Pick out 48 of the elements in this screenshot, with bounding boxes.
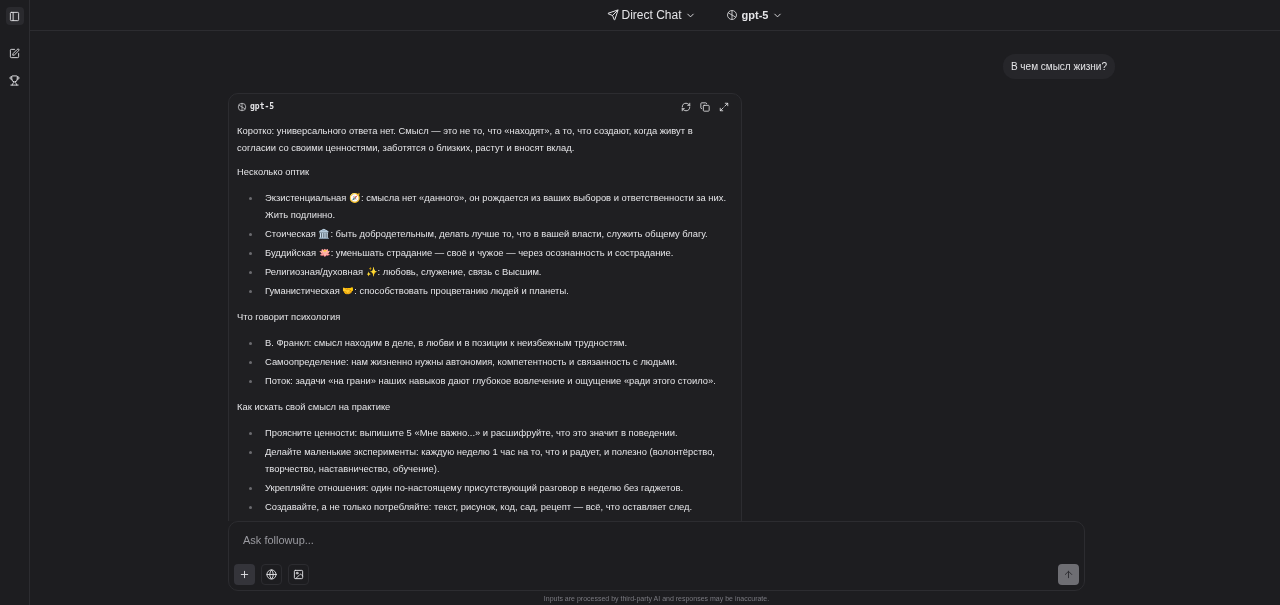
regenerate-icon[interactable]	[681, 102, 691, 112]
plus-icon	[239, 569, 250, 580]
send-button[interactable]	[1058, 564, 1079, 585]
send-icon	[606, 9, 619, 21]
bullet-icon	[249, 290, 252, 293]
list-item-text: Гуманистическая 🤝: способствовать процветанию людей и планеты.	[265, 284, 569, 298]
bullet-icon	[249, 342, 252, 345]
bullet-icon	[249, 380, 252, 383]
model-logo-icon	[725, 9, 738, 21]
copy-icon[interactable]	[700, 102, 710, 112]
bullet-icon	[249, 197, 252, 200]
expand-icon[interactable]	[719, 102, 729, 112]
arrow-up-icon	[1063, 569, 1074, 580]
section-heading: Что говорит психология	[237, 310, 342, 324]
model-dropdown[interactable]: gpt-5	[725, 6, 784, 24]
bullet-icon	[249, 451, 252, 454]
list-item-text: Стоическая 🏛: быть добродетельным, делать лучше то, что в вашей власти, служить общему благу.	[265, 227, 708, 241]
user-message-bubble: В чем смысл жизни?	[1002, 54, 1115, 79]
bullet-icon	[249, 233, 252, 236]
bullet-icon	[249, 361, 252, 364]
list-item-text: Экзистенциальная 🧭: смысла нет «данного», он рождается из ваших выборов и ответственности за них. Жить подлинно.	[265, 191, 728, 222]
bullet-icon	[249, 506, 252, 509]
section-heading: Несколько оптик	[237, 165, 311, 179]
image-icon	[293, 569, 304, 580]
list-item-text: Проясните ценности: выпишите 5 «Мне важно...» и расшифруйте, что это значит в поведении.	[265, 426, 678, 440]
list-item-text: Поток: задачи «на грани» наших навыков дают глубокое вовлечение и ощущение «ради этого стоило».	[265, 374, 716, 388]
add-button[interactable]	[234, 564, 255, 585]
bullet-icon	[249, 487, 252, 490]
list-item-text: Буддийская 🪷: уменьшать страдание — своё и чужое — через осознанность и сострадание.	[265, 246, 674, 260]
list-item-text: Укрепляйте отношения: один по-настоящему присутствующий разговор в неделю без гаджетов.	[265, 481, 683, 495]
list-item-text: В. Франкл: смысл находим в деле, в любви и в позиции к неизбежным трудностям.	[265, 336, 628, 350]
list-item-text: Делайте маленькие эксперименты: каждую неделю 1 час на то, что и радует, и полезно (волонтёрство, творчество, наставничество, обучение).	[265, 445, 716, 476]
response-model-label: gpt-5	[237, 101, 275, 113]
list-item-text: Религиозная/духовная ✨: любовь, служение, связь с Высшим.	[265, 265, 542, 279]
web-search-button[interactable]	[261, 564, 282, 585]
list-item-text: Создавайте, а не только потребляйте: текст, рисунок, код, сад, рецепт — всё, что оставляет след.	[265, 500, 693, 514]
list-item-text: Самоопределение: нам жизненно нужны автономия, компетентность и связанность с людьми.	[265, 355, 678, 369]
chat-mode-dropdown[interactable]: Direct Chat	[606, 6, 696, 24]
bullet-icon	[249, 271, 252, 274]
image-button[interactable]	[288, 564, 309, 585]
section-heading: Как искать свой смысл на практике	[237, 400, 392, 414]
globe-icon	[266, 569, 277, 580]
sidebar-toggle-button[interactable]	[5, 7, 24, 25]
bullet-icon	[249, 432, 252, 435]
model-logo-icon	[237, 102, 247, 112]
response-paragraph: Коротко: универсального ответа нет. Смысл — это не то, что «находят», а то, что создают, когда живут в согласии со своими ценностями, заботятся о близких, растут и вносят вклад.	[237, 124, 694, 155]
followup-input[interactable]: Ask followup...	[234, 532, 1079, 549]
bullet-icon	[249, 252, 252, 255]
